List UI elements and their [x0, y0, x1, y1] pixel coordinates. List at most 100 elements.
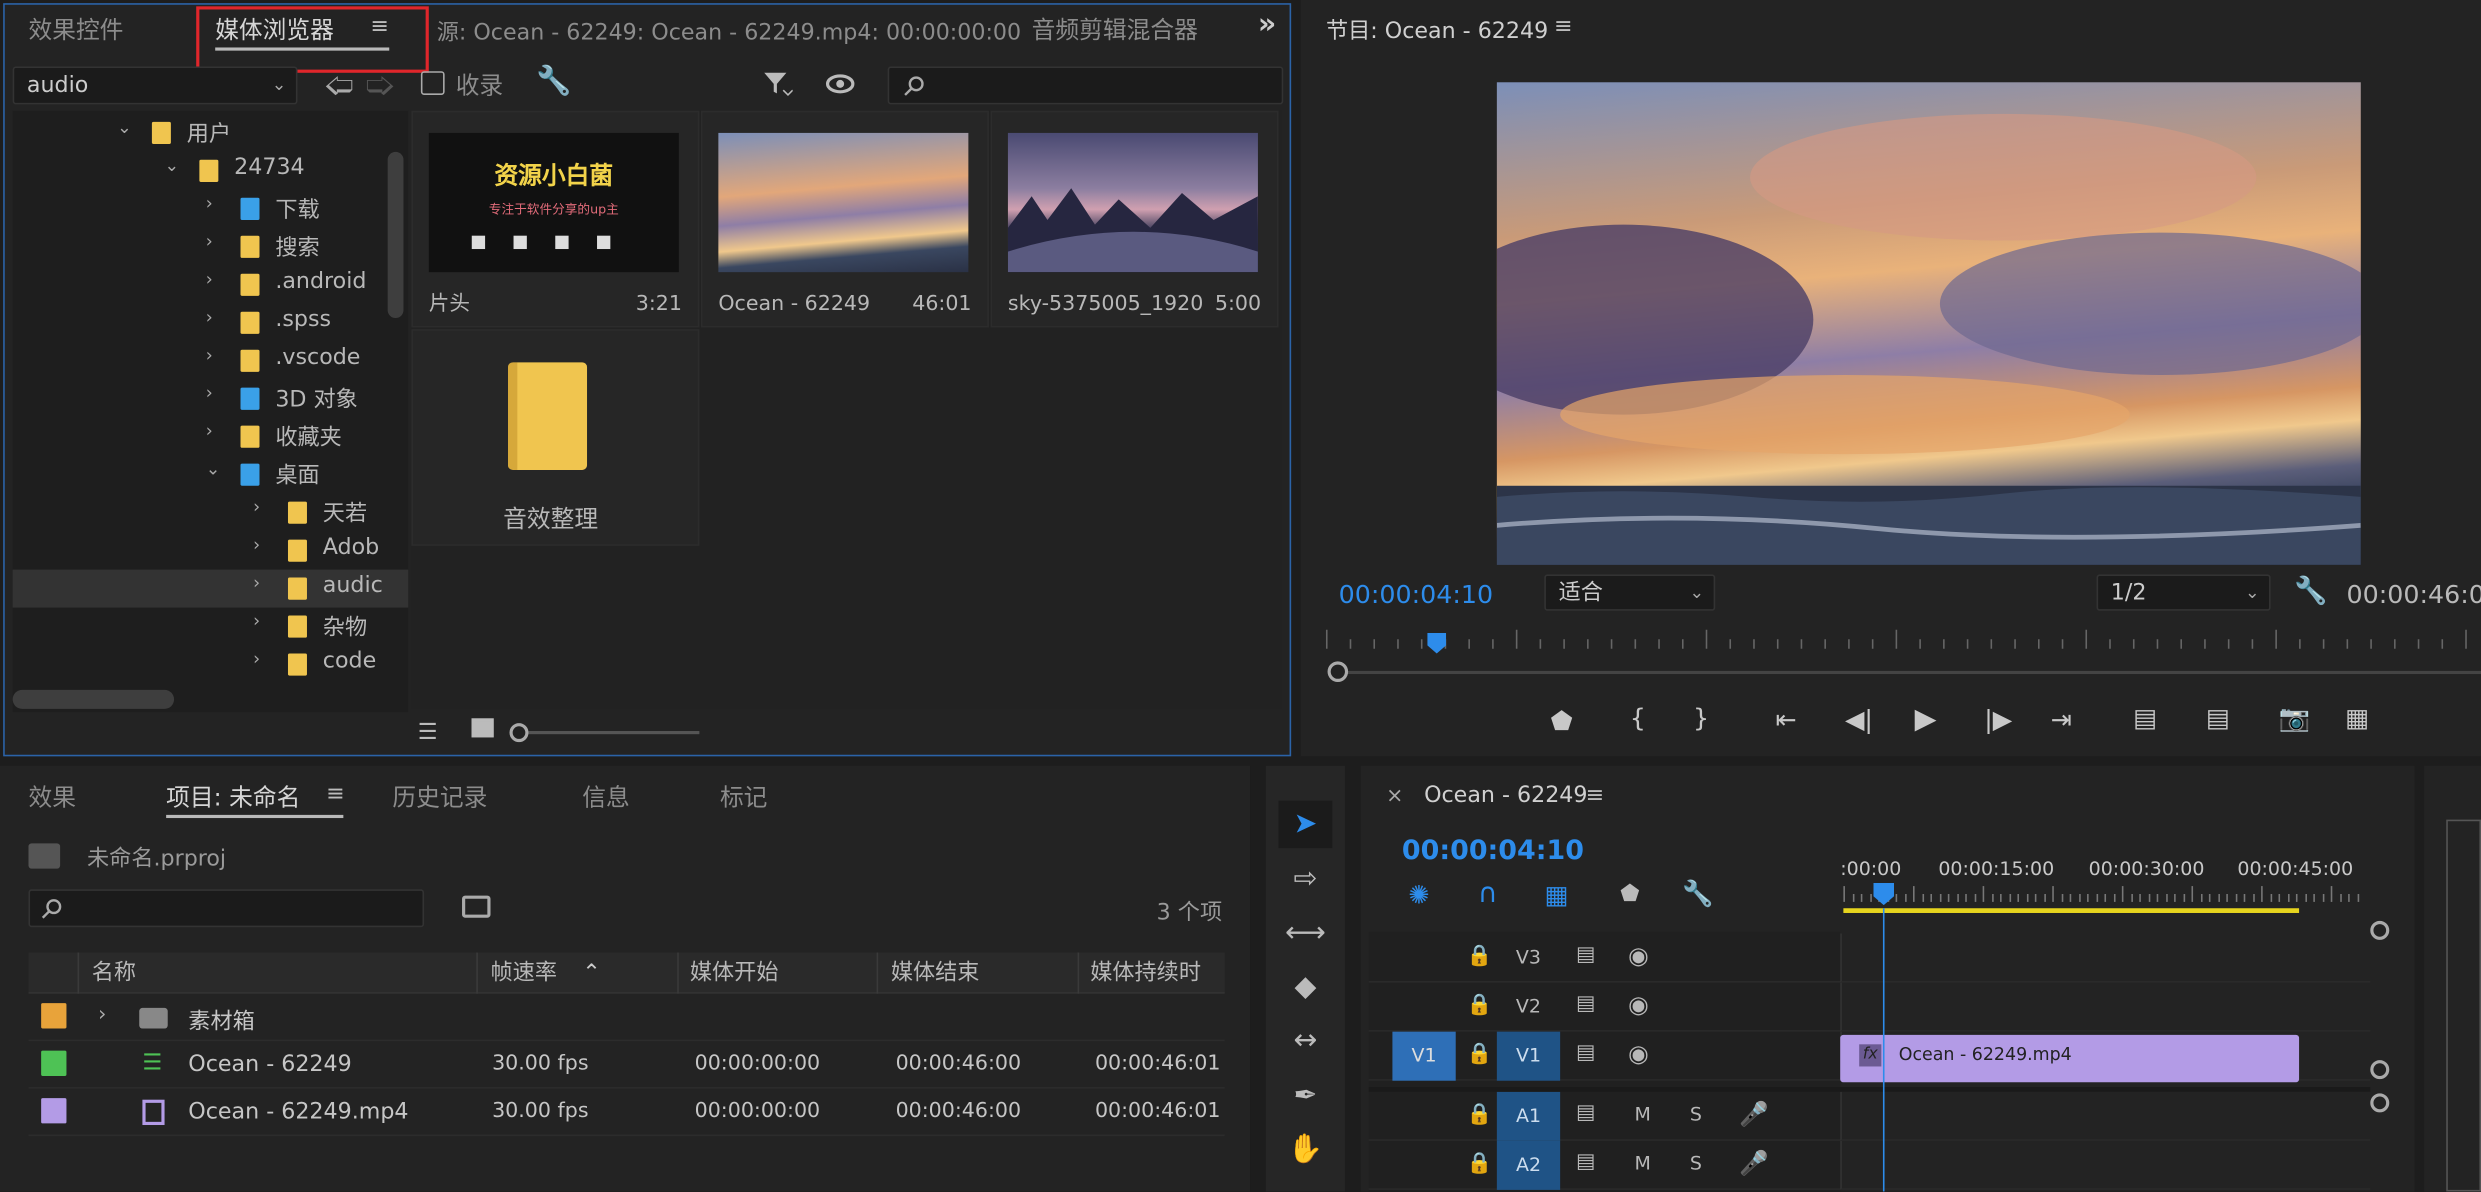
- filter-icon[interactable]: [761, 70, 793, 98]
- program-ruler[interactable]: [1325, 629, 2481, 662]
- vertical-zoom-handle[interactable]: [2370, 1093, 2390, 1113]
- chevron-right-icon[interactable]: ›: [206, 421, 213, 442]
- hand-tool-icon[interactable]: ✋: [1278, 1127, 1332, 1174]
- play-icon[interactable]: ▶: [1915, 703, 1937, 736]
- project-item-row[interactable]: › 素材箱: [28, 995, 1225, 1042]
- list-view-icon[interactable]: ☰: [418, 720, 438, 745]
- tab-source-monitor[interactable]: 源: Ocean - 62249: Ocean - 62249.mp4: 00:…: [437, 16, 1021, 48]
- source-patch-v1[interactable]: V1: [1392, 1031, 1456, 1081]
- linked-selection-icon[interactable]: ▦: [1544, 880, 1568, 910]
- track-header-a2[interactable]: 🔒 A2 ▤ M S 🎤: [1368, 1140, 1841, 1190]
- nest-icon[interactable]: ✺: [1408, 880, 1429, 910]
- mute-button[interactable]: M: [1635, 1152, 1651, 1174]
- column-media-start[interactable]: 媒体开始: [690, 953, 779, 994]
- chevron-down-icon[interactable]: ⌄: [206, 459, 221, 480]
- tree-item[interactable]: › .vscode: [13, 342, 409, 380]
- timeline-menu-icon[interactable]: ≡: [1585, 783, 1604, 808]
- label-color-swatch[interactable]: [41, 1003, 67, 1029]
- pen-tool-icon[interactable]: ✒: [1278, 1073, 1332, 1120]
- chevron-right-icon[interactable]: ›: [206, 269, 213, 290]
- work-area-bar[interactable]: [1843, 908, 2300, 913]
- chevron-right-icon[interactable]: ›: [206, 193, 213, 214]
- chevron-right-icon[interactable]: ›: [206, 345, 213, 366]
- zoom-slider-handle[interactable]: [509, 723, 529, 743]
- ingest-checkbox[interactable]: [420, 71, 445, 95]
- eye-icon[interactable]: ◉: [1628, 1040, 1649, 1068]
- label-color-swatch[interactable]: [41, 1050, 67, 1076]
- media-thumbnail[interactable]: 资源小白菌 专注于软件分享的up主 ■■■■ 片头 3:21: [411, 110, 700, 328]
- zoom-slider[interactable]: [509, 723, 700, 743]
- chevron-right-icon[interactable]: ›: [206, 231, 213, 252]
- compare-view-icon[interactable]: ▦: [2345, 703, 2369, 733]
- tree-item[interactable]: › 3D 对象: [13, 380, 409, 418]
- tree-item[interactable]: › 搜索: [13, 228, 409, 266]
- sync-lock-icon[interactable]: ▤: [1576, 1101, 1595, 1125]
- track-lane[interactable]: [1840, 1091, 2371, 1141]
- camera-icon[interactable]: 📷: [2279, 703, 2311, 733]
- add-marker-icon[interactable]: ⬟: [1620, 881, 1639, 906]
- tab-info[interactable]: 信息: [582, 780, 629, 813]
- chevron-right-icon[interactable]: ›: [98, 1003, 106, 1027]
- video-clip[interactable]: fx Ocean - 62249.mp4: [1840, 1034, 2300, 1083]
- track-header-v3[interactable]: 🔒 V3 ▤ ◉: [1368, 934, 1841, 983]
- chevron-right-icon[interactable]: ›: [253, 535, 260, 556]
- ripple-edit-tool-icon[interactable]: ⟷: [1278, 910, 1332, 957]
- label-color-swatch[interactable]: [41, 1098, 67, 1124]
- chevron-right-icon[interactable]: ›: [206, 307, 213, 328]
- lock-icon[interactable]: 🔒: [1467, 994, 1493, 1018]
- zoom-bar-handle[interactable]: [1327, 661, 1349, 682]
- lock-icon[interactable]: 🔒: [1467, 1103, 1493, 1127]
- snap-icon[interactable]: ∩: [1478, 878, 1498, 910]
- lock-icon[interactable]: 🔒: [1467, 1043, 1493, 1067]
- tree-item[interactable]: ⌄ 桌面: [13, 456, 409, 494]
- tree-item[interactable]: › .spss: [13, 304, 409, 342]
- column-name[interactable]: 名称: [92, 953, 136, 994]
- tab-markers[interactable]: 标记: [720, 780, 767, 813]
- tree-item[interactable]: › 杂物: [13, 608, 409, 646]
- tab-effects[interactable]: 效果: [28, 780, 75, 813]
- close-icon[interactable]: ×: [1386, 785, 1403, 809]
- column-media-end[interactable]: 媒体结束: [891, 953, 980, 994]
- media-thumbnail[interactable]: Ocean - 62249 46:01: [700, 110, 989, 328]
- sync-lock-icon[interactable]: ▤: [1576, 943, 1595, 967]
- mark-out-icon[interactable]: }: [1693, 703, 1709, 733]
- chevron-right-icon[interactable]: ›: [253, 497, 260, 518]
- add-marker-icon[interactable]: ⬟: [1551, 706, 1573, 736]
- timeline-timecode[interactable]: 00:00:04:10: [1402, 835, 1584, 867]
- column-frame-rate[interactable]: 帧速率: [491, 953, 557, 994]
- chevron-down-icon[interactable]: ⌄: [117, 117, 132, 138]
- tree-item[interactable]: › .android: [13, 266, 409, 304]
- tree-item[interactable]: › 下载: [13, 190, 409, 228]
- media-thumbnail[interactable]: sky-5375005_1920 5:00: [990, 110, 1279, 328]
- solo-button[interactable]: S: [1690, 1103, 1702, 1125]
- tree-item[interactable]: › code: [13, 646, 409, 684]
- track-lane[interactable]: [1840, 982, 2371, 1032]
- slip-tool-icon[interactable]: ↔: [1278, 1017, 1332, 1064]
- sync-lock-icon[interactable]: ▤: [1576, 1150, 1595, 1174]
- find-bin-icon[interactable]: [462, 895, 491, 918]
- vertical-zoom-handle[interactable]: [2370, 1060, 2390, 1080]
- tree-item[interactable]: ⌄ 24734: [13, 152, 409, 190]
- microphone-icon[interactable]: 🎤: [1739, 1149, 1769, 1177]
- search-input[interactable]: [887, 66, 1284, 105]
- track-target-a2[interactable]: A2: [1496, 1140, 1561, 1190]
- column-media-duration[interactable]: 媒体持续时: [1090, 953, 1201, 994]
- track-header-v2[interactable]: 🔒 V2 ▤ ◉: [1368, 983, 1841, 1032]
- chevron-right-icon[interactable]: ›: [253, 573, 260, 594]
- selection-tool-icon[interactable]: ➤: [1278, 800, 1333, 849]
- tab-history[interactable]: 历史记录: [392, 780, 487, 813]
- microphone-icon[interactable]: 🎤: [1739, 1100, 1769, 1128]
- track-target-a1[interactable]: A1: [1496, 1091, 1561, 1141]
- tree-vertical-scrollbar[interactable]: [387, 151, 404, 319]
- location-dropdown[interactable]: audio ⌄: [12, 66, 298, 105]
- wrench-icon[interactable]: 🔧: [536, 65, 571, 98]
- chevron-down-icon[interactable]: ⌄: [165, 155, 180, 176]
- track-lane[interactable]: [1840, 933, 2371, 983]
- lock-icon[interactable]: 🔒: [1467, 1152, 1493, 1176]
- zoom-bar[interactable]: [1327, 661, 2481, 683]
- track-select-tool-icon[interactable]: ⇨: [1278, 856, 1332, 903]
- eye-icon[interactable]: ◉: [1628, 991, 1649, 1019]
- tab-project[interactable]: 项目: 未命名: [166, 780, 300, 813]
- timeline-ruler[interactable]: :00:00 00:00:15:00 00:00:30:00 00:00:45:00: [1840, 851, 2370, 914]
- icon-view-icon[interactable]: [471, 718, 494, 738]
